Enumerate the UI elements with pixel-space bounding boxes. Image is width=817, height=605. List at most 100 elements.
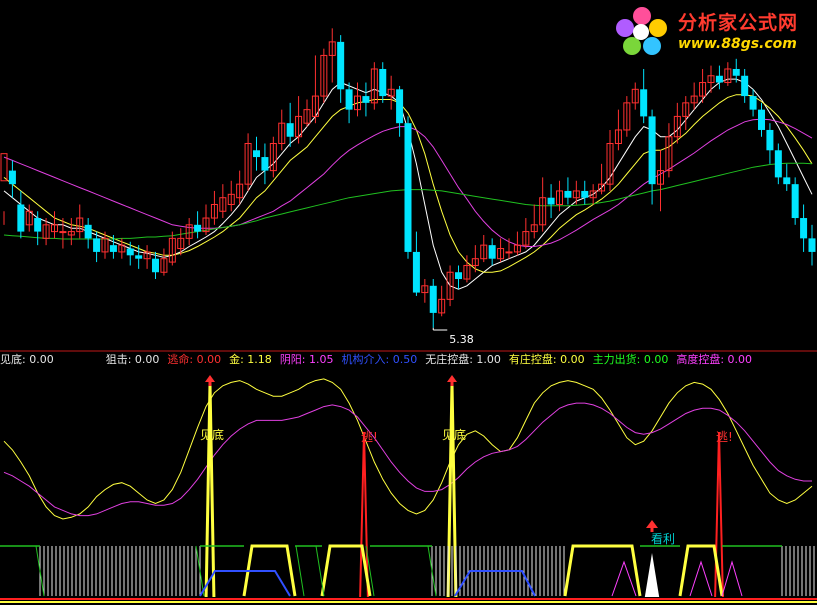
candle-body bbox=[648, 116, 656, 185]
candle bbox=[84, 218, 92, 249]
candle bbox=[564, 177, 572, 205]
candle bbox=[505, 238, 513, 259]
candle bbox=[269, 136, 277, 178]
candle-body bbox=[783, 177, 791, 185]
candle-body bbox=[412, 251, 420, 293]
candle bbox=[168, 231, 176, 266]
candle-body bbox=[741, 75, 749, 97]
signal-label: 见底 bbox=[442, 427, 466, 442]
candle bbox=[724, 62, 732, 86]
candle-body bbox=[8, 170, 16, 185]
candle-body bbox=[766, 129, 774, 151]
candle bbox=[261, 143, 269, 185]
candle bbox=[783, 163, 791, 191]
candle-body bbox=[774, 150, 782, 178]
candle bbox=[345, 82, 353, 124]
legend-item: 无庄控盘: 1.00 bbox=[425, 353, 501, 366]
control-magenta-line bbox=[689, 560, 713, 597]
flower-logo-icon bbox=[616, 7, 667, 55]
candle-body bbox=[84, 224, 92, 239]
signal-label: 逃! bbox=[716, 430, 733, 444]
candle bbox=[480, 234, 488, 263]
candle-body bbox=[152, 258, 159, 273]
candle-body bbox=[17, 204, 25, 232]
candle-body bbox=[379, 68, 387, 97]
candle bbox=[665, 123, 673, 178]
candle bbox=[758, 102, 765, 137]
candle bbox=[547, 184, 555, 219]
signal-label: 看利 bbox=[651, 532, 675, 546]
candle bbox=[320, 48, 328, 103]
candle-body bbox=[253, 150, 260, 158]
candle bbox=[581, 180, 589, 205]
candle-body bbox=[429, 285, 437, 313]
logo-url: www.88gs.com bbox=[678, 36, 797, 52]
candle-body bbox=[109, 245, 117, 252]
candle bbox=[766, 123, 774, 164]
candle bbox=[438, 285, 446, 317]
candle bbox=[219, 184, 227, 219]
candle-body bbox=[758, 109, 765, 130]
legend-item: 见底: 0.00 bbox=[0, 353, 54, 366]
low-price-label: 5.38 bbox=[449, 333, 474, 346]
stock-chart: 5.38 见底 逃! 见底 逃! 看利 bbox=[0, 28, 817, 605]
candle bbox=[295, 96, 303, 144]
candle bbox=[808, 224, 816, 266]
candle bbox=[337, 35, 345, 103]
candle bbox=[236, 170, 244, 205]
candle bbox=[244, 133, 252, 191]
candle-body bbox=[93, 238, 101, 252]
candle bbox=[25, 204, 33, 232]
candle bbox=[606, 129, 614, 191]
candle bbox=[446, 265, 454, 307]
candle bbox=[690, 82, 698, 110]
candle bbox=[429, 279, 437, 328]
control-band bbox=[0, 544, 817, 605]
candle bbox=[682, 96, 690, 130]
candle bbox=[471, 245, 479, 273]
candle bbox=[640, 68, 648, 124]
site-logo: 分析家公式网 www.88gs.com bbox=[612, 2, 817, 60]
candle-body bbox=[640, 89, 648, 117]
control-magenta-line bbox=[721, 560, 743, 597]
candle bbox=[76, 204, 84, 239]
candle bbox=[253, 136, 260, 171]
candle bbox=[513, 231, 521, 256]
indicator-line bbox=[3, 378, 813, 520]
candle bbox=[194, 211, 202, 239]
signal-spike bbox=[204, 383, 216, 604]
signal-label: 逃! bbox=[361, 430, 378, 444]
candle bbox=[135, 245, 143, 269]
legend-item: 高度控盘: 0.00 bbox=[676, 353, 753, 366]
candle bbox=[715, 65, 723, 90]
candle bbox=[749, 89, 757, 117]
candle bbox=[497, 238, 505, 263]
candle bbox=[673, 102, 681, 144]
candle-body bbox=[337, 41, 345, 90]
candle bbox=[362, 82, 370, 117]
candle-body bbox=[564, 190, 572, 198]
candle bbox=[488, 238, 496, 266]
control-green-line bbox=[315, 545, 325, 597]
legend-item: 主力出货: 0.00 bbox=[592, 353, 669, 366]
candle bbox=[623, 96, 631, 137]
candle-body bbox=[286, 123, 294, 137]
candle-body bbox=[547, 197, 555, 205]
candle bbox=[160, 248, 168, 276]
candle bbox=[556, 180, 563, 212]
indicator-line bbox=[3, 402, 812, 517]
candle bbox=[126, 241, 134, 266]
legend-item: 机构介入: 0.50 bbox=[341, 353, 418, 366]
indicator-legend: 见底: 0.00 狙击: 0.00 逃命: 0.00 金: 1.18 阴阳: 1.05 机… bbox=[0, 352, 760, 368]
indicator-panel: 见底 逃! 见底 逃! 看利 bbox=[3, 375, 813, 604]
candle-body bbox=[261, 157, 269, 171]
candle bbox=[404, 116, 412, 259]
candle bbox=[774, 143, 782, 185]
control-trapezoid bbox=[320, 544, 372, 597]
candle-body bbox=[791, 184, 799, 219]
up-arrow-icon bbox=[208, 381, 212, 386]
candle bbox=[657, 150, 664, 212]
candle bbox=[303, 99, 311, 127]
candle-body bbox=[808, 238, 816, 252]
candle bbox=[800, 204, 808, 252]
